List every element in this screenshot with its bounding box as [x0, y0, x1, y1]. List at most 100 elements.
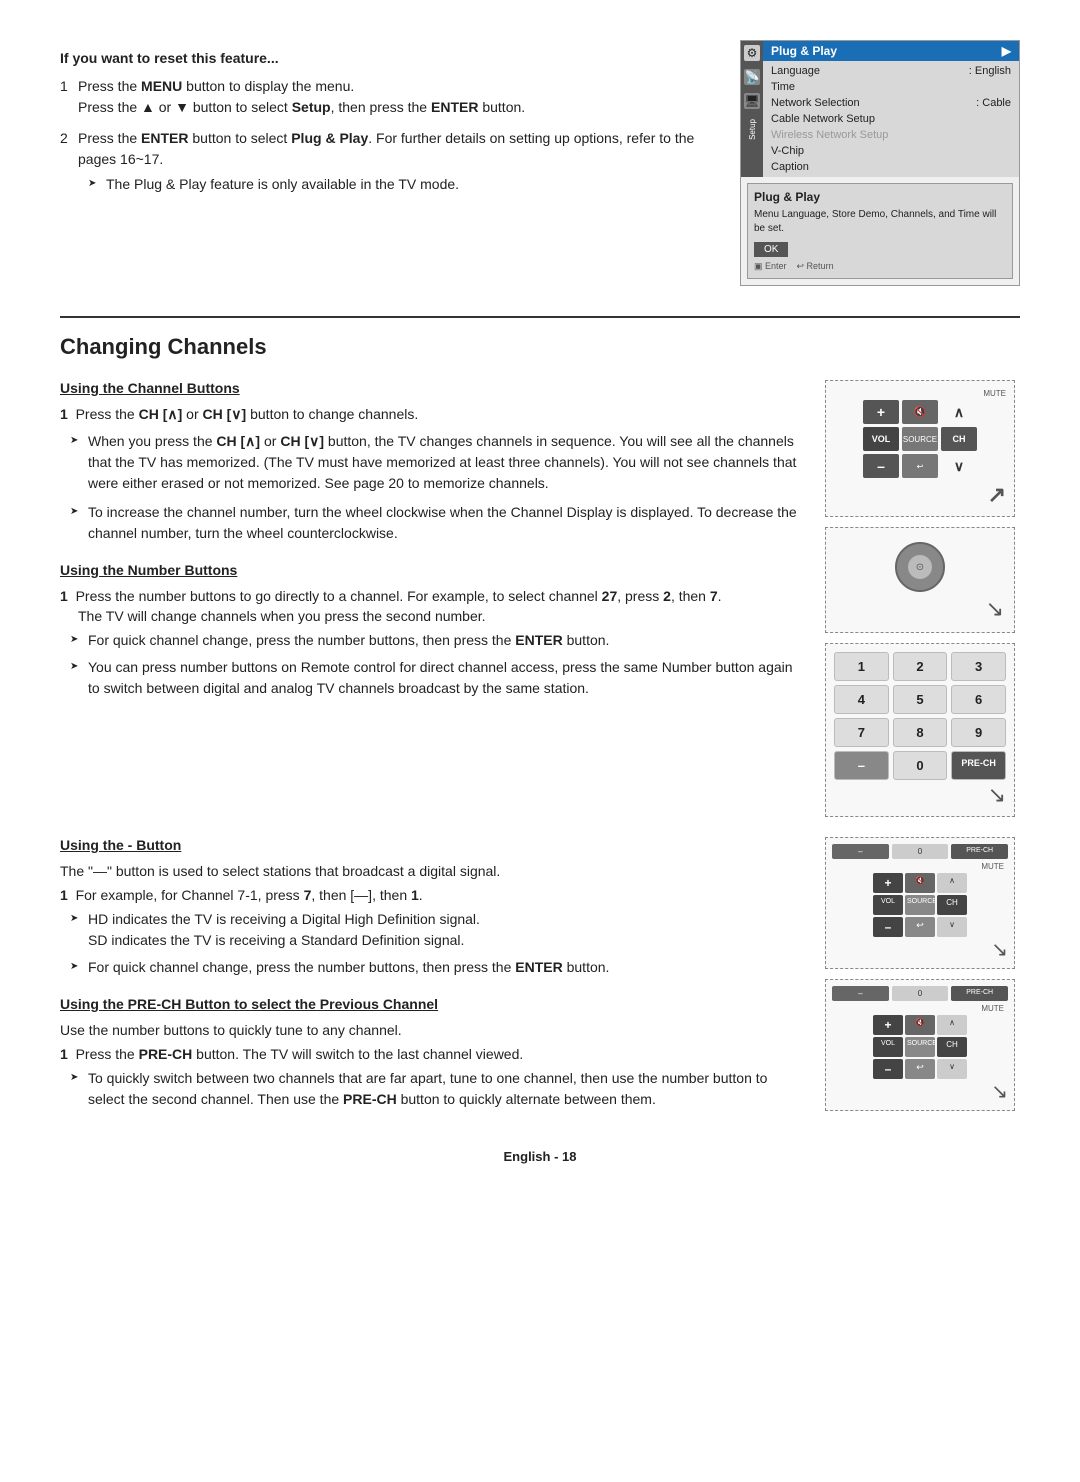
small-remote-prech: – 0 PRE-CH MUTE + 🔇 ∧ VOL SOURCE CH – ↩ … — [825, 979, 1015, 1111]
small-remote-dash: – 0 PRE-CH MUTE + 🔇 ∧ VOL SOURCE CH – ↩ … — [825, 837, 1015, 969]
sr-source: SOURCE — [905, 895, 935, 915]
plug-play-dialog: Plug & Play Menu Language, Store Demo, C… — [747, 183, 1013, 279]
number-btn-bullet1: For quick channel change, press the numb… — [60, 630, 800, 651]
sr-return: ↩ — [905, 917, 935, 937]
menu-title-text: Plug & Play — [771, 44, 837, 58]
np-4: 4 — [834, 685, 889, 714]
dialog-footer: ▣ Enter ↩ Return — [754, 261, 1006, 272]
vol-ch-remote-panel: MUTE + 🔇 ∧ VOL SOURCE CH – ↩ ∨ ↗ — [825, 380, 1015, 517]
step-1-num: 1 — [60, 76, 68, 97]
ok-btn-container: OK — [754, 242, 1006, 261]
tv-menu-outer: ⚙ 📡 🖥 Setup Plug & Play ▶ Language — [740, 40, 1020, 286]
diag-arrow-right: ↗ — [988, 482, 1006, 508]
sr2-mute-icon: 🔇 — [905, 1015, 935, 1035]
menu-item-network: Network Selection : Cable — [763, 95, 1019, 111]
subsection-dash-button: Using the - Button — [60, 837, 800, 853]
page-footer: English - 18 — [60, 1141, 1020, 1172]
return-btn: ↩ — [902, 454, 938, 478]
menu-item-cable-label: Cable Network Setup — [771, 113, 875, 125]
channel-btn-bullet1: When you press the CH [∧] or CH [∨] butt… — [60, 431, 800, 494]
ch-label-btn: CH — [941, 427, 977, 451]
np-2: 2 — [893, 652, 948, 681]
prech-step1: 1 Press the PRE-CH button. The TV will s… — [60, 1046, 800, 1062]
subsection-prech-button: Using the PRE-CH Button to select the Pr… — [60, 996, 800, 1012]
dialog-title: Plug & Play — [754, 190, 1006, 204]
np-9: 9 — [951, 718, 1006, 747]
menu-arrow: ▶ — [1002, 44, 1011, 58]
mute-row: MUTE — [834, 389, 1006, 398]
subsection-channel-buttons: Using the Channel Buttons — [60, 380, 800, 396]
prech-intro: Use the number buttons to quickly tune t… — [60, 1022, 800, 1038]
page-container: If you want to reset this feature... 1 P… — [0, 0, 1080, 1482]
number-btn-bullet2: You can press number buttons on Remote c… — [60, 657, 800, 699]
sr-vol-minus: – — [873, 917, 903, 937]
top-section: If you want to reset this feature... 1 P… — [60, 40, 1020, 286]
sr-zero-btn: 0 — [892, 844, 949, 859]
nav-circle-inner: ⊙ — [908, 555, 932, 579]
sidebar-icon-gear: ⚙ — [744, 45, 760, 61]
menu-item-network-value: : Cable — [976, 97, 1011, 109]
ch-down-btn: ∨ — [941, 454, 977, 478]
menu-item-caption-label: Caption — [771, 161, 809, 173]
tv-menu-screenshot: ⚙ 📡 🖥 Setup Plug & Play ▶ Language — [740, 40, 1020, 286]
sr-vol-plus: + — [873, 873, 903, 893]
np-6: 6 — [951, 685, 1006, 714]
diag-arrow-container: ↗ — [834, 482, 1006, 508]
sr-vol-label: VOL — [873, 895, 903, 915]
subsection-number-buttons: Using the Number Buttons — [60, 562, 800, 578]
np-prech: PRE-CH — [951, 751, 1006, 780]
dash-btn-step1: 1 For example, for Channel 7-1, press 7,… — [60, 887, 800, 903]
dash-btn-bullet1: HD indicates the TV is receiving a Digit… — [60, 909, 800, 951]
channel-btn-bullet2: To increase the channel number, turn the… — [60, 502, 800, 544]
prech-bullet1: To quickly switch between two channels t… — [60, 1068, 800, 1110]
sr-prech-dash-btn: – — [832, 986, 889, 1001]
channel-buttons-left: Using the Channel Buttons 1 Press the CH… — [60, 380, 800, 817]
np-0: 0 — [893, 751, 948, 780]
sr-prech-top: – 0 PRE-CH — [832, 986, 1008, 1001]
np-1: 1 — [834, 652, 889, 681]
sr2-vol-ch-grid: + 🔇 ∧ VOL SOURCE CH – ↩ ∨ — [832, 1015, 1008, 1079]
numpad-table: 1 2 3 4 5 6 7 8 9 – 0 PRE-CH — [834, 652, 1006, 780]
numpad-section: 1 2 3 4 5 6 7 8 9 – 0 PRE-CH ↘ — [825, 643, 1015, 817]
channel-btn-step1: 1 Press the CH [∧] or CH [∨] button to c… — [60, 406, 800, 423]
sr2-mute-label: MUTE — [981, 1004, 1008, 1013]
sr2-diag-arrow: ↘ — [832, 1079, 1008, 1104]
menu-item-wireless: Wireless Network Setup — [763, 127, 1019, 143]
sr-prech-zero-btn: 0 — [892, 986, 949, 1001]
dialog-ok-btn[interactable]: OK — [754, 242, 788, 257]
sr2-source: SOURCE — [905, 1037, 935, 1057]
sr-ch-label: CH — [937, 895, 967, 915]
tv-menu-title: Plug & Play ▶ — [763, 41, 1019, 61]
menu-item-network-label: Network Selection — [771, 97, 860, 109]
nav-circle: ⊙ — [895, 542, 945, 592]
tv-menu-items: Language : English Time Network Selectio… — [763, 61, 1019, 177]
footer-enter: ▣ Enter — [754, 261, 787, 272]
footer-text: English - 18 — [504, 1149, 577, 1164]
sr2-vol-label: VOL — [873, 1037, 903, 1057]
np-5: 5 — [893, 685, 948, 714]
sidebar-icon-3: 🖥 — [744, 93, 760, 109]
sr-ch-down: ∨ — [937, 917, 967, 937]
step-2-arrow: The Plug & Play feature is only availabl… — [78, 174, 710, 195]
sr-ch-up: ∧ — [937, 873, 967, 893]
sr-vol-ch-grid: + 🔇 ∧ VOL SOURCE CH – ↩ ∨ — [832, 873, 1008, 937]
dash-prech-section: Using the - Button The "—" button is use… — [60, 837, 1020, 1111]
mute-label: MUTE — [983, 389, 1006, 398]
menu-item-vchip-label: V-Chip — [771, 145, 804, 157]
sr2-vol-minus: – — [873, 1059, 903, 1079]
footer-return: ↩ Return — [797, 261, 834, 272]
sr-prech-prech-btn: PRE-CH — [951, 986, 1008, 1001]
number-btn-step1-sub: The TV will change channels when you pre… — [60, 608, 800, 624]
dash-btn-bullet2: For quick channel change, press the numb… — [60, 957, 800, 978]
step-2-num: 2 — [60, 128, 68, 149]
sr2-diag-arrow-sym: ↘ — [991, 1079, 1008, 1104]
sidebar-label: Setup — [748, 119, 757, 140]
dialog-text: Menu Language, Store Demo, Channels, and… — [754, 208, 1006, 236]
sr-mute-icon: 🔇 — [905, 873, 935, 893]
sr-diag-arrow1: ↘ — [832, 937, 1008, 962]
nav-diag-arrow-sym: ↘ — [986, 596, 1004, 622]
sr-mute-label: MUTE — [981, 862, 1008, 871]
menu-item-language-value: : English — [969, 65, 1011, 77]
right-diagrams: MUTE + 🔇 ∧ VOL SOURCE CH – ↩ ∨ ↗ — [820, 380, 1020, 817]
channel-buttons-section: Using the Channel Buttons 1 Press the CH… — [60, 380, 1020, 817]
